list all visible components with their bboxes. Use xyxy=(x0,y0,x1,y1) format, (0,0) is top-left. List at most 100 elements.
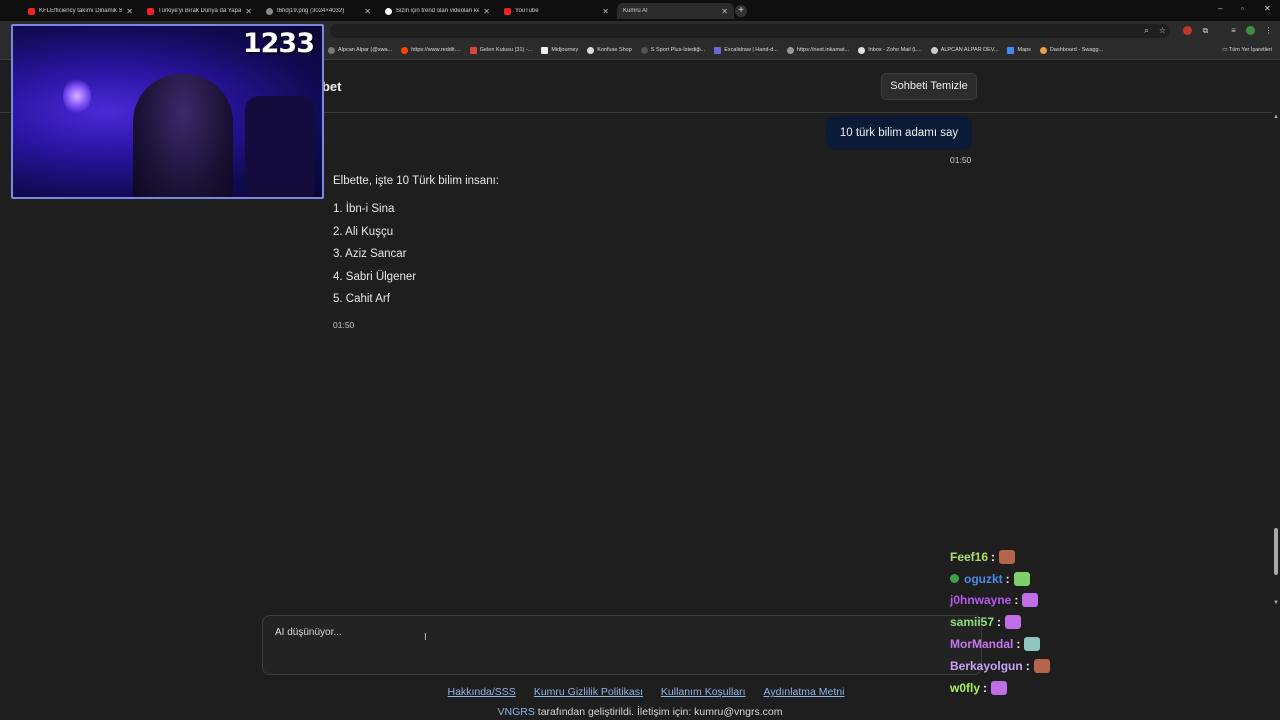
webcam-chair xyxy=(245,96,315,197)
bookmark-item[interactable]: Midjourney xyxy=(541,46,579,54)
close-tab-icon[interactable]: ✕ xyxy=(602,7,609,16)
list-item: 4. Sabri Ülgener xyxy=(333,270,417,283)
window-close-icon[interactable]: ✕ xyxy=(1264,4,1271,13)
browser-tab-4[interactable]: Sizin için trend olan videoları ke ✕ xyxy=(379,3,496,19)
browser-tab-5[interactable]: YouTube ✕ xyxy=(498,3,615,19)
chat-separator: : xyxy=(1005,571,1010,586)
bookmark-item[interactable]: ALPCAN ALPAR DEV... xyxy=(930,46,998,54)
bookmark-label: Maps xyxy=(1017,47,1031,53)
close-tab-icon[interactable]: ✕ xyxy=(721,7,728,16)
chat-separator: : xyxy=(997,615,1002,630)
bookmark-item[interactable]: Excalidraw | Hand-d... xyxy=(714,46,778,54)
bookmark-item[interactable]: Dashboard - Swagg... xyxy=(1039,46,1103,54)
chat-username: j0hnwayne xyxy=(950,593,1012,608)
bookmark-label: https://next.inkamat... xyxy=(796,47,850,53)
bookmark-label: Konfuse Shop xyxy=(597,47,632,53)
viewer-counter: 1233 xyxy=(242,28,315,59)
clear-chat-button[interactable]: Sohbeti Temizle xyxy=(881,73,977,100)
user-message-bubble: 10 türk bilim adamı say xyxy=(826,116,972,150)
emote-icon xyxy=(1024,637,1041,652)
menu-lines-icon[interactable]: ≡ xyxy=(1229,26,1238,35)
close-tab-icon[interactable]: ✕ xyxy=(364,7,371,16)
bookmark-label: Midjourney xyxy=(551,47,579,53)
ai-message-intro: Elbette, işte 10 Türk bilim insanı: xyxy=(333,175,499,187)
webcam-streamer xyxy=(133,74,233,197)
user-message-time: 01:50 xyxy=(950,155,972,165)
tab-label: KFLEfficiency takımı Dinamik Sis xyxy=(39,8,123,14)
globe-icon xyxy=(786,46,794,54)
bookmark-label: Inbox - Zoho Mail (L... xyxy=(868,47,922,53)
bookmark-item[interactable]: Inbox - Zoho Mail (L... xyxy=(858,46,922,54)
chat-separator: : xyxy=(1014,593,1019,608)
browser-tab-active[interactable]: Kumru AI ✕ xyxy=(617,3,734,19)
emote-icon xyxy=(999,549,1016,564)
browser-tab-1[interactable]: KFLEfficiency takımı Dinamik Sis ✕ xyxy=(22,3,139,19)
bookmark-item[interactable]: Konfuse Shop xyxy=(587,46,632,54)
chat-username: Feef16 xyxy=(950,549,989,564)
chat-separator: : xyxy=(1025,658,1030,673)
bookmark-item[interactable]: Alpcan Alpar (@swa... xyxy=(328,46,393,54)
chat-message: oguzkt: xyxy=(950,568,1150,590)
tab-label: Türkiye'yi Bırak Dünya da Yapa xyxy=(158,8,242,14)
close-tab-icon[interactable]: ✕ xyxy=(245,7,252,16)
bookmark-item[interactable]: Maps xyxy=(1007,46,1031,54)
midjourney-icon xyxy=(541,46,549,54)
new-tab-button[interactable]: + xyxy=(735,5,747,17)
ssport-icon xyxy=(640,46,648,54)
youtube-icon xyxy=(28,7,35,15)
bookmark-favicon-icon xyxy=(328,46,335,54)
bookmark-item[interactable]: Gelen Kutusu (31) -... xyxy=(469,46,532,54)
browser-tab-3[interactable]: t6hdj19.png (3024×4032) ✕ xyxy=(260,3,377,19)
profile-avatar-icon[interactable] xyxy=(1246,26,1255,35)
footer-link-terms[interactable]: Kullanım Koşulları xyxy=(661,686,746,698)
address-bar[interactable] xyxy=(330,24,1170,38)
all-bookmarks-link[interactable]: ▭ Tüm Yer İşaretleri xyxy=(1222,47,1272,53)
chat-badge-icon xyxy=(950,574,959,584)
bookmark-item[interactable]: S Sport Plus-İstediği... xyxy=(640,46,706,54)
maximize-icon[interactable]: ▫ xyxy=(1241,4,1244,13)
browser-tab-strip: KFLEfficiency takımı Dinamik Sis ✕ Türki… xyxy=(0,0,1280,21)
close-tab-icon[interactable]: ✕ xyxy=(483,7,490,16)
swagger-icon xyxy=(1039,46,1047,54)
minimize-icon[interactable]: – xyxy=(1218,4,1222,13)
extensions-puzzle-icon[interactable]: ⧉ xyxy=(1201,26,1210,35)
tab-label: Kumru AI xyxy=(623,8,648,14)
extension-icon[interactable] xyxy=(1183,26,1192,35)
footer-link-disclosure[interactable]: Aydınlatma Metni xyxy=(764,686,845,698)
all-bookmarks-label: Tüm Yer İşaretleri xyxy=(1228,47,1272,53)
close-tab-icon[interactable]: ✕ xyxy=(126,7,133,16)
scrollbar-thumb[interactable] xyxy=(1274,528,1278,575)
bookmark-item[interactable]: https://next.inkamat... xyxy=(786,46,850,54)
bookmark-star-icon[interactable]: ☆ xyxy=(1158,26,1167,35)
scroll-up-arrow-icon[interactable]: ▲ xyxy=(1273,114,1279,120)
more-menu-icon[interactable]: ⋮ xyxy=(1264,26,1273,35)
stream-chat-overlay: Feef16: oguzkt: j0hnwayne: samii57: MorM… xyxy=(950,546,1150,699)
chat-separator: : xyxy=(1016,637,1021,652)
text-cursor-icon: I xyxy=(424,632,427,643)
bookmark-label: Alpcan Alpar (@swa... xyxy=(338,47,393,53)
folder-icon: ▭ xyxy=(1222,47,1229,53)
input-status-text: AI düşünüyor... xyxy=(275,627,342,638)
footer-link-about[interactable]: Hakkında/SSS xyxy=(448,686,516,698)
message-input[interactable]: AI düşünüyor... xyxy=(262,615,982,675)
zoom-search-icon[interactable]: ⌕ xyxy=(1142,26,1151,35)
chat-message: Feef16: xyxy=(950,546,1150,568)
browser-tab-2[interactable]: Türkiye'yi Bırak Dünya da Yapa ✕ xyxy=(141,3,258,19)
youtube-icon xyxy=(504,7,511,15)
emote-icon xyxy=(1033,658,1050,673)
emote-icon xyxy=(991,680,1008,695)
scroll-down-arrow-icon[interactable]: ▼ xyxy=(1273,600,1279,606)
bookmark-label: Excalidraw | Hand-d... xyxy=(724,47,778,53)
webcam-lamp xyxy=(63,78,91,114)
chat-message: j0hnwayne: xyxy=(950,590,1150,612)
footer-brand-link[interactable]: VNGRS xyxy=(498,706,535,718)
chat-message: w0fly: xyxy=(950,677,1150,699)
reddit-icon xyxy=(401,46,409,54)
tab-label: Sizin için trend olan videoları ke xyxy=(396,8,480,14)
footer-link-privacy[interactable]: Kumru Gizlilik Politikası xyxy=(534,686,643,698)
list-item: 1. İbn-i Sina xyxy=(333,203,395,215)
bookmark-item[interactable]: https://www.reddit.... xyxy=(401,46,461,54)
tab-label: t6hdj19.png (3024×4032) xyxy=(277,8,345,14)
chat-message: MorMandal: xyxy=(950,633,1150,655)
bookmark-label: S Sport Plus-İstediği... xyxy=(650,47,706,53)
